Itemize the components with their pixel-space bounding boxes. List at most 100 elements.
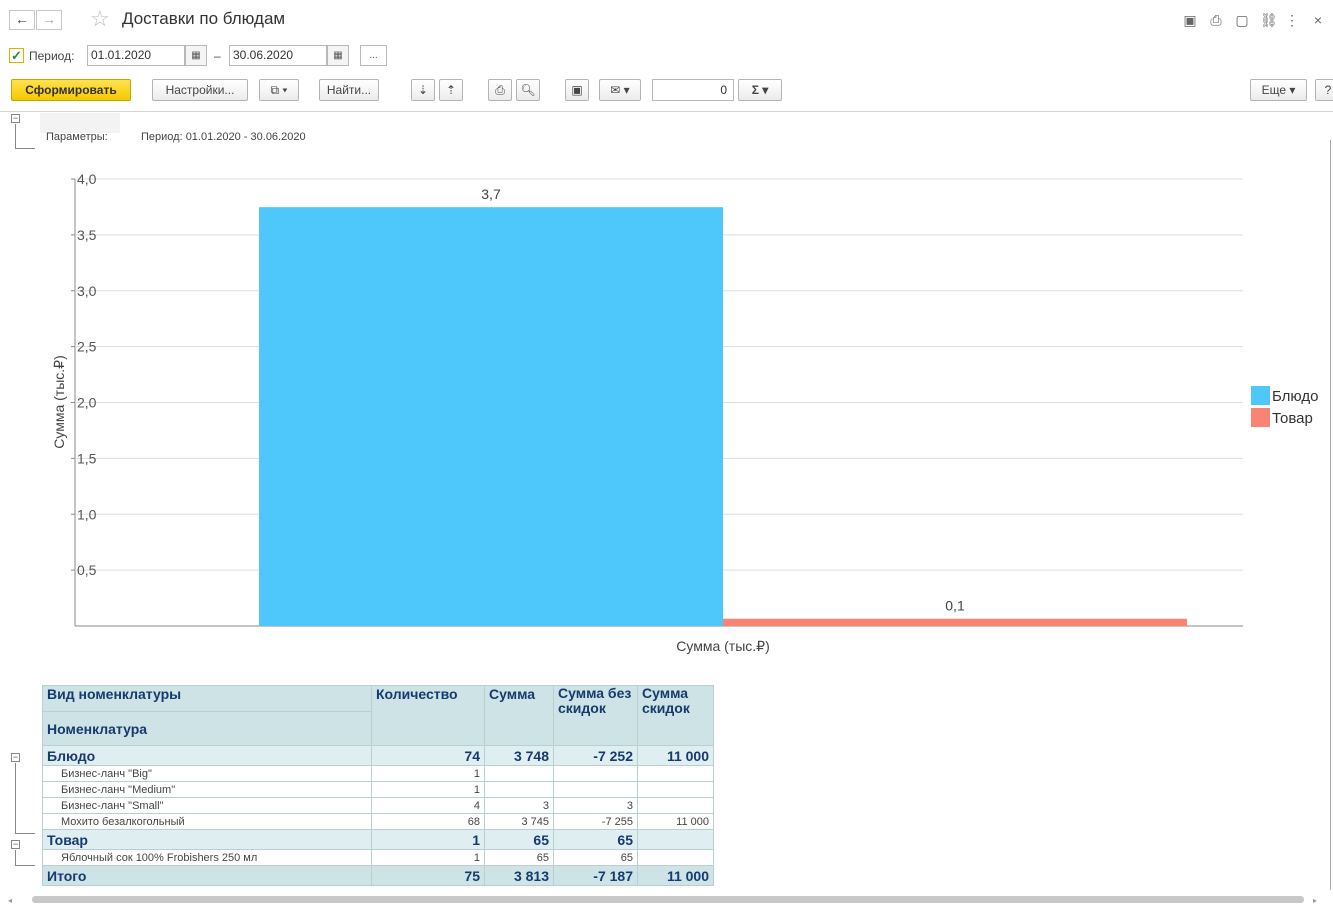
settings-button[interactable]: Настройки... xyxy=(152,79,248,101)
help-button[interactable]: ? xyxy=(1315,79,1333,101)
more-label: Еще xyxy=(1261,83,1287,97)
tree-line xyxy=(15,865,35,866)
favorite-star-icon[interactable]: ☆ xyxy=(90,6,110,32)
header-item: Номенклатура xyxy=(42,711,372,746)
y-tick-label: 1,5 xyxy=(77,450,97,466)
save-button-icon[interactable]: ▣ xyxy=(565,79,589,101)
period-select-button[interactable]: ... xyxy=(360,45,387,66)
report-table: Вид номенклатуры Количество Сумма Сумма … xyxy=(42,685,714,886)
header-sum: Сумма xyxy=(484,685,554,746)
find-button[interactable]: Найти... xyxy=(319,79,379,101)
email-icon: ✉ ▾ xyxy=(610,83,630,97)
scroll-right-icon[interactable]: ▸ xyxy=(1313,896,1317,905)
y-tick-label: 2,0 xyxy=(77,395,97,411)
variants-dropdown-button[interactable]: ⧉ ▾ xyxy=(259,79,299,101)
print-preview-icon[interactable]: 🔍︎ xyxy=(516,79,540,101)
period-checkbox[interactable]: ✓ xyxy=(9,48,24,63)
period-dash: – xyxy=(214,49,221,63)
more-menu-icon[interactable]: ⋮ xyxy=(1284,12,1300,28)
discount-cell: 11 000 xyxy=(637,813,714,830)
qty-cell: 1 xyxy=(371,765,485,782)
params-value: Период: 01.01.2020 - 30.06.2020 xyxy=(141,131,306,143)
print-button-icon[interactable]: ⎙ xyxy=(488,79,512,101)
item-name: Итого xyxy=(42,865,372,886)
chart: 0,5 1,0 1,5 2,0 2,5 3,0 3,5 4,0 3,7 0,1 Сумма (тыс… xyxy=(51,171,1318,654)
print-icon[interactable]: ⎙ xyxy=(1208,12,1224,28)
qty-cell: 1 xyxy=(371,781,485,798)
sum-no-discount-cell: 3 xyxy=(553,797,638,814)
table-row: Яблочный сок 100% Frobishers 250 мл 1 65 65 xyxy=(42,849,714,866)
period-from-field[interactable]: 01.01.2020 xyxy=(87,45,185,66)
scroll-left-icon[interactable]: ◂ xyxy=(8,896,12,905)
discount-cell xyxy=(637,829,714,850)
sum-value-field[interactable]: 0 xyxy=(652,79,734,101)
table-row: Бизнес-ланч "Big" 1 xyxy=(42,765,714,782)
close-icon[interactable]: × xyxy=(1310,12,1326,28)
group-row[interactable]: Товар 1 65 65 xyxy=(42,829,714,850)
bar-Блюдо xyxy=(259,207,723,626)
legend-swatch-Блюдо xyxy=(1251,386,1270,405)
calendar-to-icon[interactable]: ▦ xyxy=(327,45,349,66)
item-name: Бизнес-ланч "Big" xyxy=(42,765,372,782)
chart-bars xyxy=(259,207,1187,626)
preview-icon[interactable]: ▢ xyxy=(1234,12,1250,28)
expand-groups-icon[interactable]: ⇣ xyxy=(411,79,435,101)
horizontal-scrollbar[interactable] xyxy=(32,896,1304,903)
params-label: Параметры: xyxy=(46,131,108,143)
window-title: Доставки по блюдам xyxy=(122,9,286,28)
discount-cell xyxy=(637,781,714,798)
table-row: Бизнес-ланч "Medium" 1 xyxy=(42,781,714,798)
qty-cell: 74 xyxy=(371,745,485,766)
item-name: Бизнес-ланч "Medium" xyxy=(42,781,372,798)
forward-button[interactable]: → xyxy=(36,10,62,30)
sum-no-discount-cell: -7 187 xyxy=(553,865,638,886)
tree-line xyxy=(15,833,35,834)
y-tick-label: 4,0 xyxy=(77,171,97,187)
more-button[interactable]: Еще ▾ xyxy=(1250,79,1307,101)
discount-cell: 11 000 xyxy=(637,865,714,886)
discount-cell xyxy=(637,849,714,866)
total-row[interactable]: Итого 75 3 813 -7 187 11 000 xyxy=(42,865,714,886)
generate-button[interactable]: Сформировать xyxy=(11,79,131,101)
sum-dropdown-button[interactable]: Σ ▾ xyxy=(738,79,782,101)
collapse-group-dish-icon[interactable]: − xyxy=(11,753,20,762)
item-name: Товар xyxy=(42,829,372,850)
bar-Товар xyxy=(723,618,1187,626)
legend-label: Блюдо xyxy=(1272,388,1318,405)
qty-cell: 4 xyxy=(371,797,485,814)
legend-swatch-Товар xyxy=(1251,408,1270,427)
save-icon[interactable]: ▣ xyxy=(1182,12,1198,28)
tree-line xyxy=(15,763,16,833)
y-tick-label: 3,5 xyxy=(77,227,97,243)
sum-cell: 3 xyxy=(484,797,554,814)
y-tick-label: 0,5 xyxy=(77,562,97,578)
item-name: Яблочный сок 100% Frobishers 250 мл xyxy=(42,849,372,866)
table-row: Бизнес-ланч "Small" 4 3 3 xyxy=(42,797,714,814)
link-icon[interactable]: ⛓ xyxy=(1260,12,1278,28)
header-discount: Сумма скидок xyxy=(637,685,714,746)
tree-line xyxy=(15,148,35,149)
sum-cell xyxy=(484,781,554,798)
group-row[interactable]: Блюдо 74 3 748 -7 252 11 000 xyxy=(42,745,714,766)
sum-cell xyxy=(484,765,554,782)
period-to-field[interactable]: 30.06.2020 xyxy=(229,45,327,66)
tree-line xyxy=(15,850,16,865)
calendar-from-icon[interactable]: ▦ xyxy=(185,45,207,66)
back-button[interactable]: ← xyxy=(9,10,35,30)
item-name: Мохито безалкогольный xyxy=(42,813,372,830)
sum-cell: 65 xyxy=(484,829,554,850)
collapse-group-goods-icon[interactable]: − xyxy=(11,840,20,849)
sum-no-discount-cell xyxy=(553,781,638,798)
email-dropdown-button[interactable]: ✉ ▾ xyxy=(599,79,641,101)
x-axis-label: Сумма (тыс.₽) xyxy=(676,638,769,654)
sum-no-discount-cell: 65 xyxy=(553,829,638,850)
sum-cell: 3 748 xyxy=(484,745,554,766)
report-top-border xyxy=(0,111,1333,112)
header-sum-no-discount: Сумма без скидок xyxy=(553,685,638,746)
header-qty: Количество xyxy=(371,685,485,746)
collapse-groups-icon[interactable]: ⇡ xyxy=(439,79,463,101)
collapse-params-icon[interactable]: − xyxy=(11,114,20,123)
y-tick-label: 1,0 xyxy=(77,506,97,522)
sum-no-discount-cell xyxy=(553,765,638,782)
sum-cell: 65 xyxy=(484,849,554,866)
